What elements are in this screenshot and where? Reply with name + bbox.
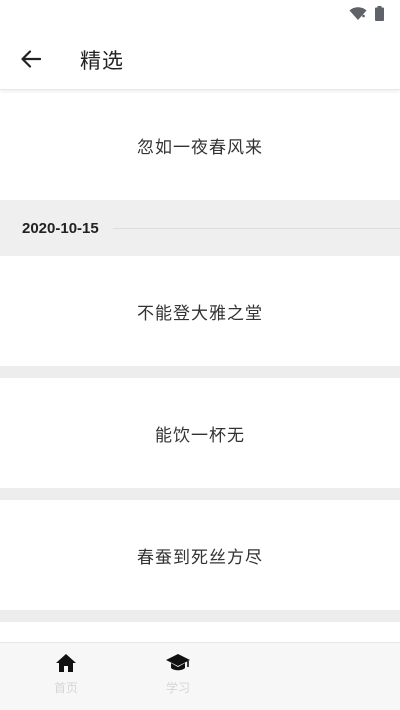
nav-label: 首页 — [53, 681, 78, 695]
app-bar: 精选 — [0, 28, 400, 90]
divider — [112, 227, 400, 229]
nav-label: 学习 — [165, 681, 190, 695]
item-separator — [0, 610, 400, 622]
feed-list[interactable]: 忽如一夜春风来 2020-10-15 不能登大雅之堂 能饮一杯无 春蚕到死丝方尽 — [0, 90, 400, 622]
back-button[interactable] — [14, 43, 48, 75]
page-title: 精选 — [80, 49, 124, 73]
status-icons — [349, 6, 384, 21]
date-header: 2020-10-15 — [0, 200, 400, 256]
arrow-left-icon — [21, 50, 41, 68]
item-separator — [0, 366, 400, 378]
item-separator — [0, 488, 400, 500]
status-bar — [0, 0, 400, 28]
home-icon — [56, 654, 76, 672]
feed-item[interactable]: 不能登大雅之堂 — [0, 256, 400, 366]
feed-item[interactable]: 忽如一夜春风来 — [0, 90, 400, 200]
bottom-nav: 首页 学习 — [0, 642, 400, 710]
battery-icon — [375, 6, 384, 21]
feed-item[interactable]: 春蚕到死丝方尽 — [0, 500, 400, 610]
wifi-icon — [349, 6, 367, 20]
date-label: 2020-10-15 — [22, 219, 99, 237]
nav-item-study[interactable]: 学习 — [148, 653, 208, 703]
graduation-cap-icon — [166, 654, 190, 671]
nav-item-home[interactable]: 首页 — [36, 653, 96, 703]
feed-item[interactable]: 能饮一杯无 — [0, 378, 400, 488]
